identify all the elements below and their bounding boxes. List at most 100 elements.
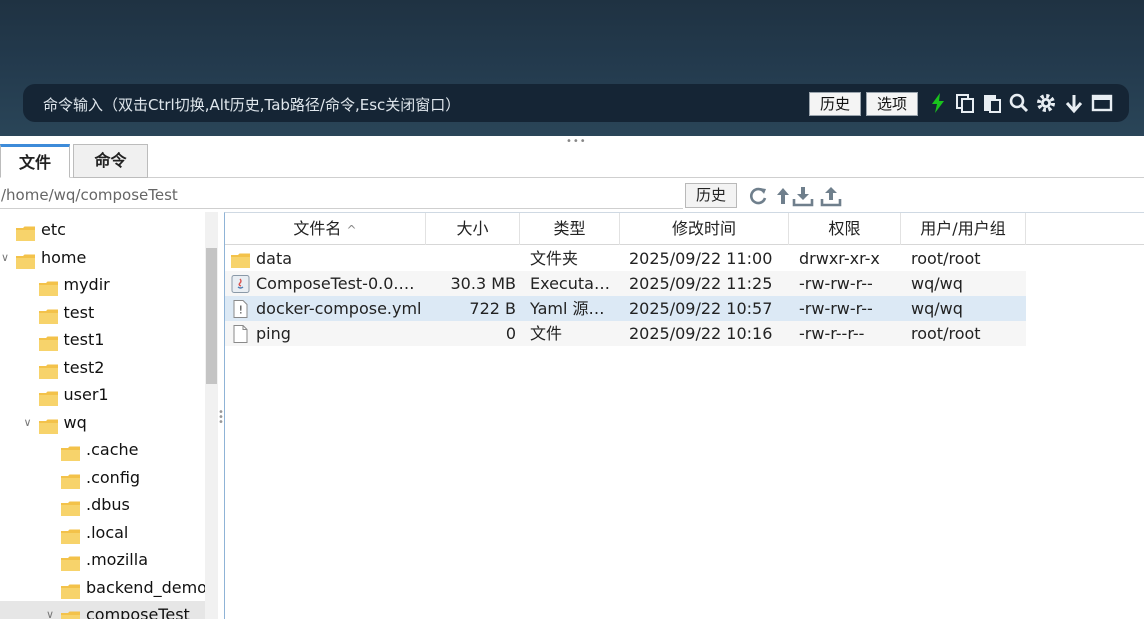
terminal-area[interactable]: 命令输入（双击Ctrl切换,Alt历史,Tab路径/命令,Esc关闭窗口） 历史… (0, 0, 1144, 136)
file-permissions: -rw-rw-r-- (799, 274, 873, 293)
file-table: 文件名 ^ 大小 类型 修改时间 权限 用户/用户组 data 文件夹 2025/0… (224, 212, 1144, 619)
command-input-hint[interactable]: 命令输入（双击Ctrl切换,Alt历史,Tab路径/命令,Esc关闭窗口） (43, 94, 460, 115)
gear-icon[interactable] (1035, 92, 1057, 114)
column-header-size[interactable]: 大小 (426, 213, 520, 245)
file-owner: root/root (911, 324, 981, 343)
command-input-bar[interactable]: 命令输入（双击Ctrl切换,Alt历史,Tab路径/命令,Esc关闭窗口） 历史… (23, 84, 1129, 122)
tree-item-label: .dbus (86, 495, 130, 514)
folder-icon (61, 580, 80, 599)
tree-item[interactable]: test (0, 299, 205, 326)
directory-tree[interactable]: etc ∨ home mydir test test1 test2 user1 ∨ wq .cach… (0, 212, 218, 619)
column-header-permissions[interactable]: 权限 (789, 213, 901, 245)
file-name: ComposeTest-0.0.1-... (256, 274, 424, 293)
maximize-icon[interactable] (1091, 92, 1113, 114)
tree-item[interactable]: .dbus (0, 491, 205, 518)
tree-item-label: mydir (63, 275, 110, 294)
tree-item-label: .local (86, 522, 129, 542)
tree-item[interactable]: .mozilla (0, 546, 205, 573)
refresh-icon[interactable] (747, 185, 769, 207)
tree-item[interactable]: .config (0, 464, 205, 491)
file-size: 0 (505, 324, 516, 343)
file-type: Executabl... (530, 274, 618, 293)
tree-item[interactable]: .local (0, 519, 205, 546)
folder-icon (38, 360, 58, 379)
tree-expand-toggle[interactable]: ∨ (1, 244, 13, 271)
file-size: 722 B (469, 299, 516, 318)
tree-item-label: backend_demo (86, 577, 207, 597)
tree-item-label: wq (63, 412, 87, 432)
java-file-icon (231, 275, 250, 293)
yaml-file-icon: ! (231, 300, 250, 318)
file-owner: wq/wq (911, 274, 963, 293)
file-size (426, 246, 516, 271)
arrow-down-icon[interactable] (1063, 92, 1085, 114)
folder-icon (61, 470, 80, 489)
tree-item[interactable]: ∨ composeTest (0, 601, 205, 619)
tree-item[interactable]: ∨ wq (0, 409, 205, 436)
tree-item[interactable]: user1 (0, 381, 205, 408)
file-modified: 2025/09/22 10:57 (629, 299, 773, 318)
file-name: ping (256, 324, 291, 343)
table-row[interactable]: ComposeTest-0.0.1-... 30.3 MB Executabl...… (225, 271, 1026, 296)
tree-item-label: etc (41, 220, 66, 239)
upload-arrow-icon[interactable] (772, 185, 794, 207)
path-input[interactable] (0, 182, 683, 209)
column-header-owner[interactable]: 用户/用户组 (901, 213, 1026, 245)
tree-item[interactable]: test2 (0, 354, 205, 381)
tree-item[interactable]: ∨ home (0, 244, 205, 271)
column-header-name[interactable]: 文件名 ^ (225, 213, 426, 245)
folder-icon (61, 442, 80, 461)
tree-item-label: .mozilla (86, 550, 148, 569)
folder-icon (38, 277, 58, 296)
folder-icon (61, 607, 80, 619)
file-owner: root/root (911, 249, 981, 268)
upload-icon[interactable] (820, 185, 842, 207)
tree-item-label: home (41, 247, 87, 267)
command-history-button[interactable]: 历史 (809, 92, 861, 116)
path-history-button[interactable]: 历史 (685, 183, 737, 208)
svg-text:!: ! (239, 304, 243, 317)
column-header-type[interactable]: 类型 (520, 213, 620, 245)
tab-files[interactable]: 文件 (0, 144, 70, 178)
command-options-button[interactable]: 选项 (866, 92, 918, 116)
tree-item[interactable]: .cache (0, 436, 205, 463)
tree-expand-toggle[interactable]: ∨ (46, 601, 58, 619)
tree-item-label: user1 (63, 385, 109, 404)
file-modified: 2025/09/22 11:00 (629, 249, 773, 268)
file-permissions: -rw-r--r-- (799, 324, 865, 343)
tree-item[interactable]: etc (0, 216, 205, 243)
file-modified: 2025/09/22 10:16 (629, 324, 773, 343)
file-permissions: -rw-rw-r-- (799, 299, 873, 318)
file-permissions: drwxr-xr-x (799, 249, 880, 268)
download-icon[interactable] (792, 185, 814, 207)
file-size: 30.3 MB (450, 274, 517, 293)
tree-item[interactable]: mydir (0, 271, 205, 298)
file-name: data (256, 249, 293, 268)
tree-item-label: .cache (86, 440, 139, 459)
folder-icon (38, 387, 58, 406)
file-type: 文件夹 (530, 249, 579, 268)
tree-item[interactable]: test1 (0, 326, 205, 353)
table-row[interactable]: ! docker-compose.yml 722 B Yaml 源文... 2025/0… (225, 296, 1026, 321)
search-icon[interactable] (1008, 92, 1030, 114)
tree-item-label: test2 (63, 357, 105, 377)
folder-icon (38, 305, 58, 324)
tree-item-label: test1 (63, 330, 105, 349)
folder-icon (231, 250, 250, 268)
folder-icon (61, 497, 80, 516)
paste-icon[interactable] (981, 92, 1003, 114)
folder-icon (38, 332, 58, 351)
lightning-icon[interactable] (927, 92, 949, 114)
tree-scrollbar-thumb[interactable] (206, 248, 217, 384)
tab-commands[interactable]: 命令 (73, 144, 148, 178)
copy-icon[interactable] (954, 92, 976, 114)
tree-item-label: composeTest (86, 605, 190, 619)
table-row[interactable]: ping 0 文件 2025/09/22 10:16 -rw-r--r-- root/ro… (225, 321, 1026, 346)
folder-icon (38, 415, 58, 434)
tree-expand-toggle[interactable]: ∨ (24, 409, 36, 436)
column-header-modified[interactable]: 修改时间 (620, 213, 789, 245)
file-icon (231, 325, 250, 343)
table-row[interactable]: data 文件夹 2025/09/22 11:00 drwxr-xr-x root/ro… (225, 246, 1026, 271)
file-owner: wq/wq (911, 299, 963, 318)
tree-item[interactable]: backend_demo (0, 574, 207, 601)
